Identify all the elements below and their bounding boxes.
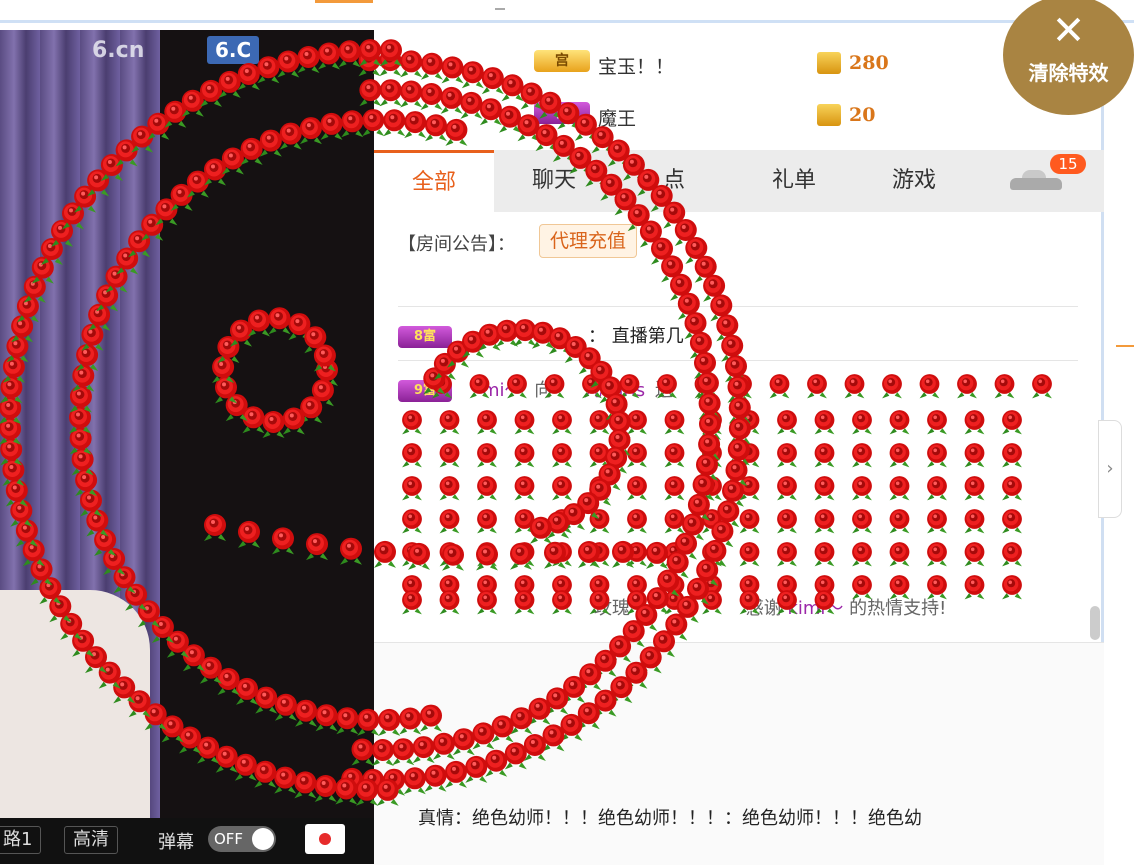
video-logo: 6.cn bbox=[92, 38, 145, 63]
quality-button[interactable]: 高清 bbox=[64, 826, 118, 854]
video-controls: 路1 高清 弹幕 OFF bbox=[0, 818, 374, 864]
top-mark bbox=[495, 0, 505, 10]
tab-games[interactable]: 游戏 bbox=[854, 150, 974, 212]
divider bbox=[398, 360, 1078, 361]
gift-message: 9富 mi～ 向 儿chris 送 bbox=[398, 376, 673, 402]
top-border bbox=[0, 20, 1134, 23]
message-verb: 送 bbox=[654, 380, 673, 401]
message-text: ： 直播第几 bbox=[588, 326, 684, 347]
supporter-name[interactable]: kimi～ bbox=[787, 598, 843, 619]
thanks-word: 感谢 bbox=[745, 598, 782, 619]
chat-area-lower bbox=[374, 642, 1104, 865]
top-bar bbox=[0, 0, 1134, 23]
wealth-badge: 8富 bbox=[398, 326, 452, 348]
marquee-text: 真情：绝色幼师！！！绝色幼师！！！：绝色幼师！！！绝色幼 bbox=[418, 808, 922, 829]
top-accent bbox=[315, 0, 373, 3]
rank-score: 280 bbox=[849, 52, 889, 74]
tab-chat[interactable]: 聊天 bbox=[494, 150, 614, 212]
close-icon: ✕ bbox=[1051, 8, 1086, 54]
chat-message: 8富 ： 直播第几 bbox=[398, 322, 684, 348]
rank-name[interactable]: 宝玉！！ bbox=[598, 52, 674, 79]
edge-accent bbox=[1116, 345, 1134, 347]
tab-gift-list[interactable]: 礼单 bbox=[734, 150, 854, 212]
record-button[interactable] bbox=[305, 824, 345, 854]
video-logo-badge: 6.C bbox=[207, 36, 260, 64]
room-notice-label: 【房间公告】： bbox=[398, 234, 515, 255]
rank-name[interactable]: 魔王 bbox=[598, 104, 636, 131]
sender-name[interactable]: mi～ bbox=[482, 380, 523, 401]
danmaku-label: 弹幕 bbox=[158, 832, 194, 853]
car-count-badge: 15 bbox=[1050, 154, 1086, 174]
thanks-message: 玫瑰 感谢 kimi～ 的热情支持! bbox=[594, 594, 946, 620]
record-icon bbox=[319, 833, 331, 845]
video-host bbox=[0, 590, 150, 850]
rank-row: 宫 宝玉！！ 280 bbox=[374, 38, 1104, 90]
receiver-name[interactable]: 儿chris bbox=[584, 380, 645, 401]
line-button[interactable]: 路1 bbox=[0, 826, 42, 854]
car-body bbox=[1010, 178, 1062, 190]
danmaku-toggle[interactable]: OFF bbox=[208, 826, 276, 852]
clear-effects-label: 清除特效 bbox=[1028, 61, 1109, 85]
chat-panel: 宫 宝玉！！ 280 宫 魔王 20 全部 聊天 点 礼单 游戏 15 【房间公… bbox=[374, 30, 1104, 865]
danmaku-toggle-text: OFF bbox=[214, 830, 244, 848]
tab-all[interactable]: 全部 bbox=[374, 150, 494, 212]
gift-name: 玫瑰 bbox=[594, 598, 630, 619]
divider bbox=[398, 306, 1078, 307]
thanks-tail: 的热情支持! bbox=[849, 598, 947, 619]
chat-scrollbar[interactable] bbox=[1090, 606, 1100, 640]
rank-badge: 宫 bbox=[534, 102, 590, 124]
rank-score: 20 bbox=[849, 104, 876, 126]
rank-row: 宫 魔王 20 bbox=[374, 90, 1104, 142]
coin-icon bbox=[817, 104, 841, 126]
clear-effects-button[interactable]: ✕ 清除特效 bbox=[1003, 0, 1134, 115]
car-icon[interactable] bbox=[1010, 170, 1062, 192]
coin-icon bbox=[817, 52, 841, 74]
chat-tabs: 全部 聊天 点 礼单 游戏 15 bbox=[374, 150, 1104, 212]
agent-recharge-link[interactable]: 代理充值 bbox=[539, 224, 638, 258]
message-action: 向 bbox=[534, 380, 553, 401]
toggle-knob bbox=[252, 828, 274, 850]
wealth-badge: 9富 bbox=[398, 380, 452, 402]
rank-badge: 宫 bbox=[534, 50, 590, 72]
expand-panel-button[interactable]: › bbox=[1098, 420, 1122, 518]
video-player[interactable]: 6.cn 6.C 路1 高清 弹幕 OFF bbox=[0, 30, 374, 864]
tab-song[interactable]: 点 bbox=[614, 150, 734, 212]
